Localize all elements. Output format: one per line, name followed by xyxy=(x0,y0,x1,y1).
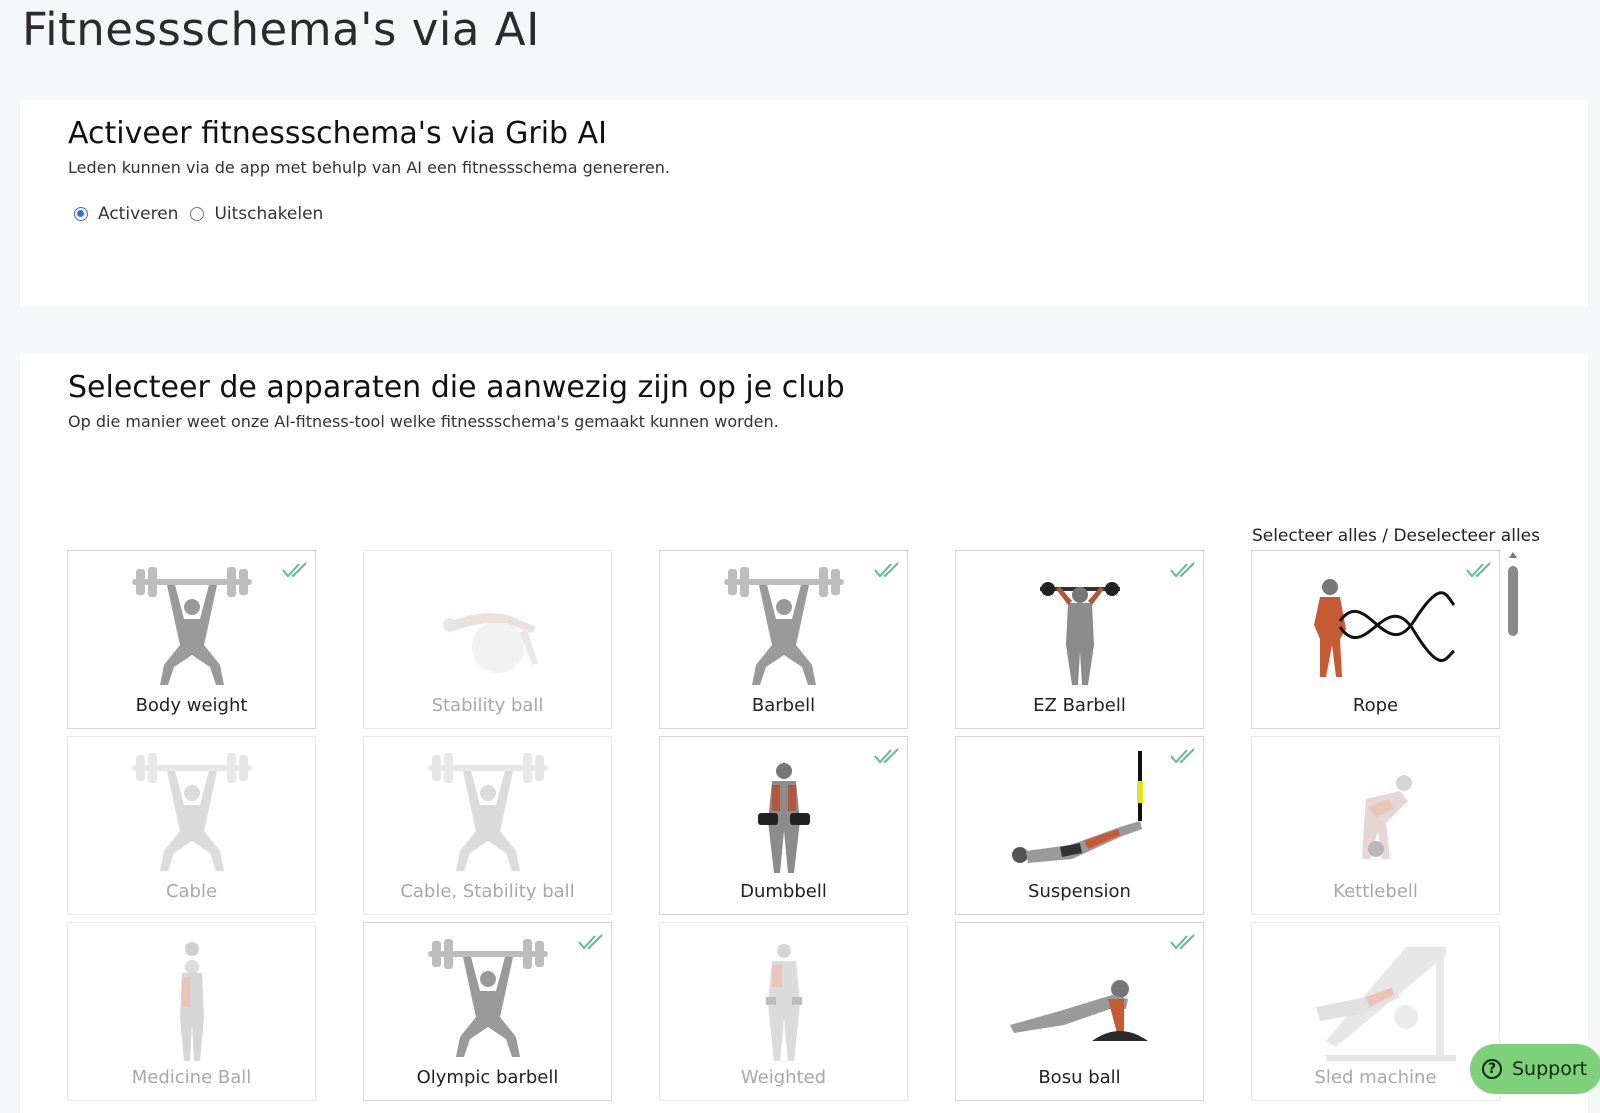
equipment-label: Cable, Stability ball xyxy=(400,881,575,902)
equipment-label: Cable xyxy=(165,881,218,902)
double-check-icon xyxy=(1466,562,1491,578)
lifter-icon xyxy=(723,567,844,685)
select-all-link[interactable]: Selecteer alles xyxy=(1252,526,1377,546)
equipment-tile[interactable]: Barbell xyxy=(659,550,908,729)
stability-ball-icon xyxy=(442,613,538,673)
scrollbar[interactable] xyxy=(1506,550,1520,650)
scroll-up-arrow-icon[interactable] xyxy=(1509,552,1517,558)
double-check-icon xyxy=(1170,748,1195,764)
double-check-icon xyxy=(874,748,899,764)
medicine-ball-icon xyxy=(179,942,204,1061)
radio-label-activeren: Activeren xyxy=(98,204,179,224)
double-check-icon xyxy=(1170,562,1195,578)
activation-description: Leden kunnen via de app met behulp van A… xyxy=(68,158,670,177)
sled-machine-icon xyxy=(1315,947,1456,1061)
ez-barbell-icon xyxy=(1039,582,1120,685)
equipment-description: Op die manier weet onze AI-fitness-tool … xyxy=(68,412,779,431)
equipment-label: Stability ball xyxy=(431,695,544,716)
equipment-label: Suspension xyxy=(1028,881,1131,902)
kettlebell-icon xyxy=(1361,775,1412,859)
equipment-title: Selecteer de apparaten die aanwezig zijn… xyxy=(68,370,845,405)
equipment-label: Dumbbell xyxy=(740,881,827,902)
help-icon: ? xyxy=(1482,1059,1502,1079)
select-links: Selecteer alles / Deselecteer alles xyxy=(1252,526,1540,546)
bosu-ball-icon xyxy=(1009,980,1148,1041)
double-check-icon xyxy=(282,562,307,578)
equipment-tile[interactable]: Weighted xyxy=(659,922,908,1101)
radio-label-uitschakelen: Uitschakelen xyxy=(214,204,324,224)
equipment-tile[interactable]: Dumbbell xyxy=(659,736,908,915)
equipment-card: Selecteer de apparaten die aanwezig zijn… xyxy=(20,353,1588,1113)
equipment-label: Rope xyxy=(1352,695,1399,716)
lifter-icon xyxy=(131,753,252,871)
double-check-icon xyxy=(578,934,603,950)
equipment-tile[interactable]: Olympic barbell xyxy=(363,922,612,1101)
equipment-label: Olympic barbell xyxy=(416,1067,559,1088)
equipment-tile[interactable]: Cable xyxy=(67,736,316,915)
support-button[interactable]: ? Support xyxy=(1470,1044,1600,1094)
double-check-icon xyxy=(874,562,899,578)
dumbbell-icon xyxy=(757,763,810,873)
equipment-label: Kettlebell xyxy=(1333,881,1418,902)
equipment-tile[interactable]: Rope xyxy=(1251,550,1500,729)
equipment-tile[interactable]: Bosu ball xyxy=(955,922,1204,1101)
equipment-tile[interactable]: Cable, Stability ball xyxy=(363,736,612,915)
deselect-all-link[interactable]: Deselecteer alles xyxy=(1393,526,1540,546)
battle-rope-icon xyxy=(1313,579,1455,677)
equipment-label: Body weight xyxy=(135,695,248,716)
equipment-tile[interactable]: Kettlebell xyxy=(1251,736,1500,915)
equipment-label: Barbell xyxy=(751,695,816,716)
activation-title: Activeer fitnessschema's via Grib AI xyxy=(68,116,608,151)
equipment-tile[interactable]: EZ Barbell xyxy=(955,550,1204,729)
equipment-label: Weighted xyxy=(740,1067,827,1088)
equipment-tile[interactable]: Body weight xyxy=(67,550,316,729)
radio-activeren[interactable]: Activeren xyxy=(74,204,178,224)
lifter-icon xyxy=(427,939,548,1057)
equipment-tile[interactable]: Sled machine xyxy=(1251,922,1500,1101)
suspension-icon xyxy=(1011,751,1143,863)
support-label: Support xyxy=(1512,1058,1588,1080)
radio-button-uitschakelen[interactable] xyxy=(190,207,205,221)
activation-card: Activeer fitnessschema's via Grib AI Led… xyxy=(20,100,1588,306)
equipment-label: Sled machine xyxy=(1314,1067,1437,1088)
page-title: Fitnessschema's via AI xyxy=(22,3,540,56)
lifter-icon xyxy=(131,567,252,685)
scrollbar-thumb[interactable] xyxy=(1508,566,1518,636)
radio-uitschakelen[interactable]: Uitschakelen xyxy=(190,204,323,224)
activation-radio-group: Activeren Uitschakelen xyxy=(74,204,335,224)
double-check-icon xyxy=(1170,934,1195,950)
equipment-tile[interactable]: Suspension xyxy=(955,736,1204,915)
equipment-grid: Body weight Stability ball Barbell EZ Ba… xyxy=(67,550,1500,1101)
equipment-label: Bosu ball xyxy=(1038,1067,1121,1088)
equipment-tile[interactable]: Stability ball xyxy=(363,550,612,729)
equipment-label: Medicine Ball xyxy=(131,1067,252,1088)
lifter-icon xyxy=(427,753,548,871)
radio-button-activeren[interactable] xyxy=(74,207,88,221)
equipment-label: EZ Barbell xyxy=(1033,695,1126,716)
select-separator: / xyxy=(1382,526,1389,546)
equipment-tile[interactable]: Medicine Ball xyxy=(67,922,316,1101)
weighted-icon xyxy=(765,944,802,1061)
